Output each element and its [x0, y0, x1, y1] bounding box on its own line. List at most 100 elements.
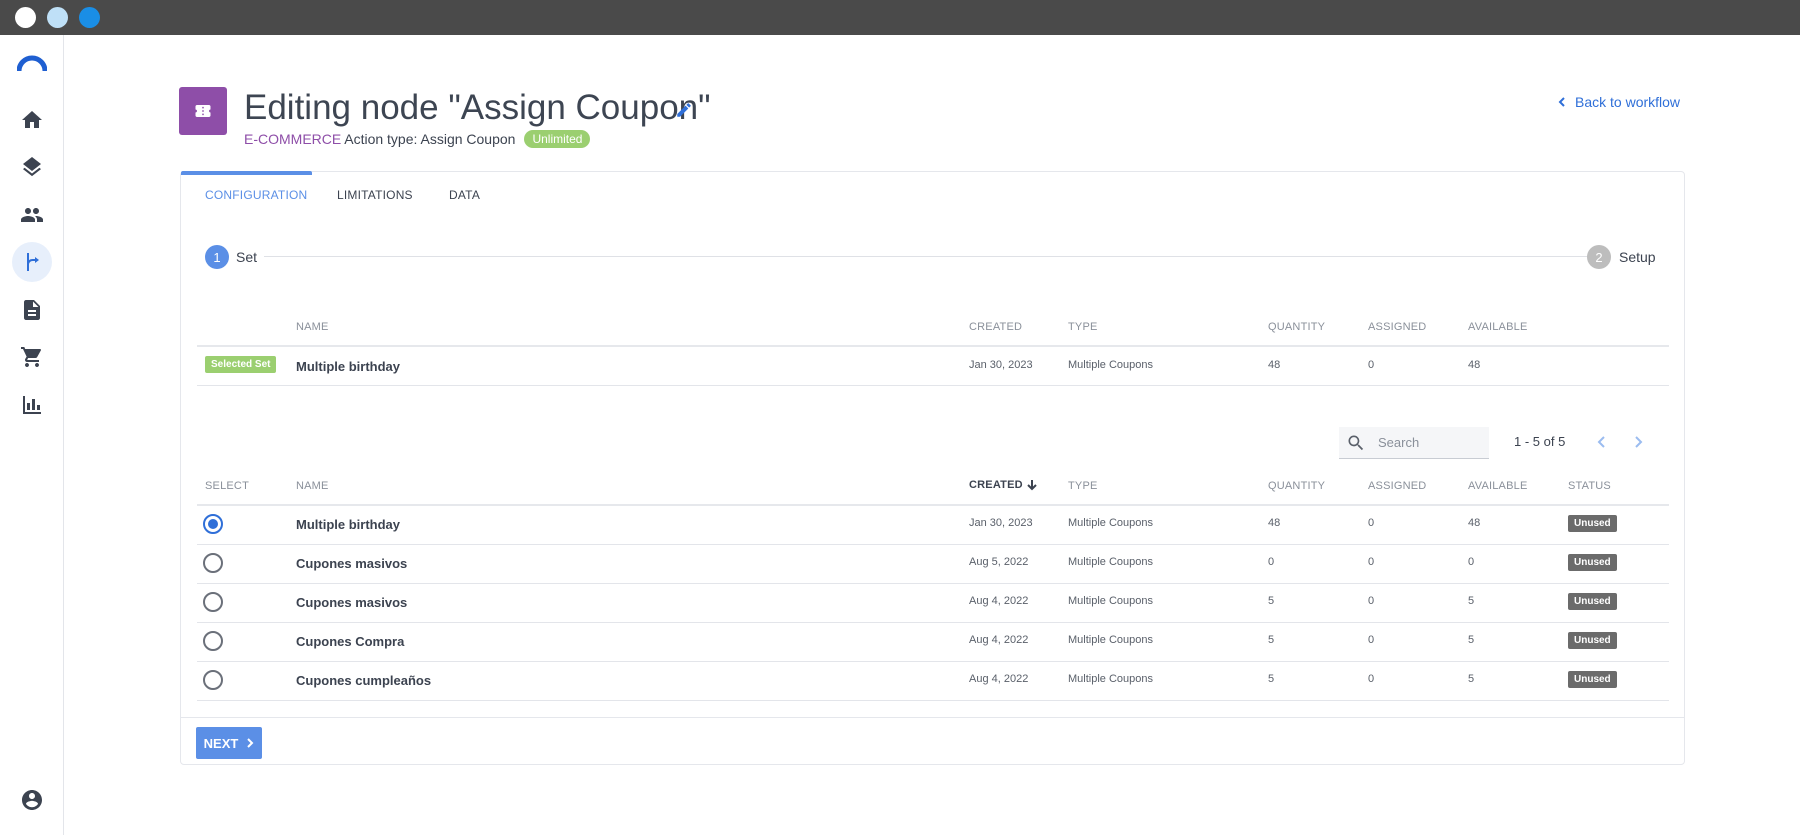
row-1-assigned: 0	[1368, 517, 1375, 529]
account-icon	[22, 790, 42, 810]
col-type[interactable]: TYPE	[1068, 480, 1098, 492]
tab-data[interactable]: DATA	[449, 188, 480, 202]
sel-row-available: 48	[1468, 359, 1481, 371]
layers-icon	[23, 157, 41, 177]
pencil-icon	[677, 103, 691, 117]
sel-row-quantity: 48	[1268, 359, 1281, 371]
row-3-created: Aug 4, 2022	[969, 595, 1029, 607]
window-titlebar	[0, 0, 1800, 35]
active-tab-indicator	[181, 171, 312, 175]
step-2-number[interactable]: 2	[1587, 245, 1611, 269]
search-input[interactable]	[1378, 435, 1478, 450]
edit-title-button[interactable]	[675, 101, 693, 119]
prev-page-button[interactable]	[1592, 432, 1612, 452]
sel-col-created: CREATED	[969, 321, 1023, 333]
next-page-button[interactable]	[1628, 432, 1648, 452]
selected-set-badge: Selected Set	[205, 356, 277, 373]
search-field[interactable]	[1339, 427, 1489, 459]
app-logo-icon[interactable]	[17, 54, 47, 72]
sel-row-assigned: 0	[1368, 359, 1375, 371]
col-assigned[interactable]: ASSIGNED	[1368, 480, 1426, 492]
sidebar-item-documents[interactable]	[12, 290, 52, 330]
next-button[interactable]: NEXT	[196, 727, 262, 759]
sidebar-item-ecommerce[interactable]	[12, 337, 52, 377]
back-to-workflow-link[interactable]: Back to workflow	[1557, 94, 1680, 110]
window-close-button[interactable]	[15, 7, 36, 28]
row-4-name: Cupones Compra	[296, 634, 405, 649]
row-4-radio[interactable]	[203, 631, 223, 651]
row-5-quantity: 5	[1268, 673, 1275, 685]
row-3-quantity: 5	[1268, 595, 1275, 607]
row-1-status-badge: Unused	[1568, 515, 1617, 532]
table-header-divider	[197, 504, 1669, 506]
node-type-icon	[179, 87, 227, 135]
document-icon	[24, 300, 40, 320]
sel-col-name: NAME	[296, 321, 329, 333]
window-minimize-button[interactable]	[47, 7, 68, 28]
tab-limitations[interactable]: LIMITATIONS	[337, 188, 413, 202]
row-2-assigned: 0	[1368, 556, 1375, 568]
stepper: 1 Set 2 Setup	[205, 245, 1665, 269]
unlimited-badge: Unlimited	[524, 130, 591, 148]
chevron-right-icon	[1635, 436, 1643, 448]
arrow-down-icon	[1027, 480, 1037, 491]
row-5-assigned: 0	[1368, 673, 1375, 685]
row-5-radio[interactable]	[203, 670, 223, 690]
row-3-status-badge: Unused	[1568, 593, 1617, 610]
row-divider	[197, 583, 1669, 584]
sidebar-item-home[interactable]	[12, 100, 52, 140]
row-1-created: Jan 30, 2023	[969, 517, 1033, 529]
col-created-sorted[interactable]: CREATED	[969, 479, 1038, 491]
step-1-label[interactable]: Set	[236, 249, 257, 265]
cart-icon	[21, 347, 41, 367]
sidebar-item-analytics[interactable]	[12, 385, 52, 425]
col-select: SELECT	[205, 480, 249, 492]
chevron-right-icon	[247, 738, 254, 748]
sidebar-item-workflows[interactable]	[12, 242, 52, 282]
col-name[interactable]: NAME	[296, 480, 329, 492]
row-divider	[197, 544, 1669, 545]
sel-col-quantity: QUANTITY	[1268, 321, 1326, 333]
node-meta: E-COMMERCE Action type: Assign Coupon Un…	[244, 129, 591, 149]
row-4-assigned: 0	[1368, 634, 1375, 646]
row-5-status-badge: Unused	[1568, 671, 1617, 688]
row-2-quantity: 0	[1268, 556, 1275, 568]
col-available[interactable]: AVAILABLE	[1468, 480, 1527, 492]
window-maximize-button[interactable]	[79, 7, 100, 28]
tab-configuration[interactable]: CONFIGURATION	[205, 188, 307, 202]
row-4-available: 5	[1468, 634, 1475, 646]
row-4-created: Aug 4, 2022	[969, 634, 1029, 646]
row-3-type: Multiple Coupons	[1068, 595, 1153, 607]
row-2-type: Multiple Coupons	[1068, 556, 1153, 568]
row-3-radio[interactable]	[203, 592, 223, 612]
search-icon	[1348, 435, 1364, 450]
col-status[interactable]: STATUS	[1568, 480, 1611, 492]
col-created-label: CREATED	[969, 479, 1023, 491]
row-1-radio[interactable]	[203, 514, 223, 534]
sel-row-divider	[197, 385, 1669, 386]
sel-col-assigned: ASSIGNED	[1368, 321, 1427, 333]
home-icon	[22, 111, 42, 128]
row-3-name: Cupones masivos	[296, 595, 408, 610]
row-4-status-badge: Unused	[1568, 632, 1617, 649]
row-4-quantity: 5	[1268, 634, 1275, 646]
row-1-available: 48	[1468, 517, 1481, 529]
row-5-name: Cupones cumpleaños	[296, 673, 432, 688]
sidebar-item-people[interactable]	[12, 195, 52, 235]
row-3-assigned: 0	[1368, 595, 1375, 607]
step-1-number[interactable]: 1	[205, 245, 229, 269]
step-connector	[264, 256, 1587, 257]
row-2-created: Aug 5, 2022	[969, 556, 1029, 568]
row-4-type: Multiple Coupons	[1068, 634, 1153, 646]
chevron-left-icon	[1558, 97, 1565, 107]
row-2-radio[interactable]	[203, 553, 223, 573]
action-type: Action type: Assign Coupon	[344, 131, 516, 147]
row-5-type: Multiple Coupons	[1068, 673, 1153, 685]
step-2-label[interactable]: Setup	[1619, 249, 1656, 265]
sidebar-account[interactable]	[12, 780, 52, 820]
sidebar-item-layers[interactable]	[12, 147, 52, 187]
row-2-name: Cupones masivos	[296, 556, 408, 571]
row-divider	[197, 661, 1669, 662]
row-divider	[197, 700, 1669, 701]
col-quantity[interactable]: QUANTITY	[1268, 480, 1325, 492]
